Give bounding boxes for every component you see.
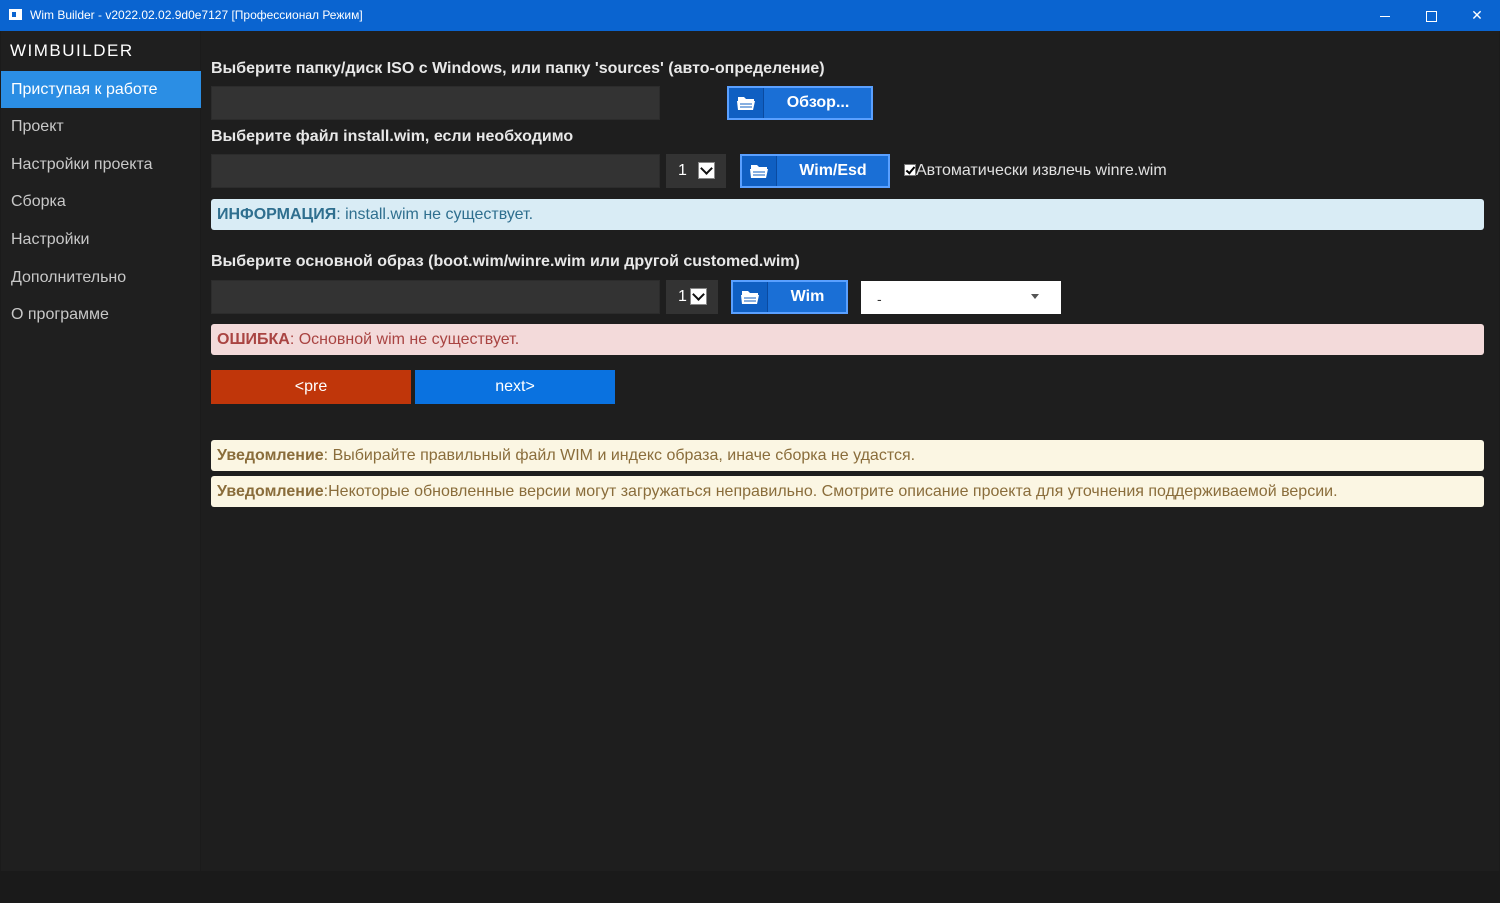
auto-extract-checkbox[interactable]: [904, 164, 916, 176]
close-button[interactable]: ✕: [1454, 0, 1500, 31]
title-bar: Wim Builder - v2022.02.02.9d0e7127 [Проф…: [0, 0, 1500, 31]
sidebar-item-settings[interactable]: Настройки: [1, 221, 201, 258]
bottom-strip: [0, 871, 1500, 903]
next-button[interactable]: next>: [415, 370, 615, 404]
folder-icon: [741, 291, 759, 304]
notice-alert: Уведомление:Некоторые обновленные версии…: [211, 476, 1484, 507]
source-path-input[interactable]: [211, 86, 660, 120]
folder-icon: [750, 165, 768, 178]
caret-down-icon: [1031, 294, 1039, 299]
notice-prefix: Уведомление: [217, 483, 324, 500]
base-image-combo-value: -: [877, 291, 882, 307]
chevron-down-icon: [698, 162, 715, 179]
folder-icon: [737, 97, 755, 110]
minimize-button[interactable]: [1362, 0, 1408, 31]
error-alert-text: : Основной wim не существует.: [289, 331, 520, 348]
base-image-index-value: 1: [678, 288, 687, 305]
window-title: Wim Builder - v2022.02.02.9d0e7127 [Проф…: [30, 8, 363, 22]
install-wim-path-input[interactable]: [211, 154, 660, 188]
base-image-label: Выберите основной образ (boot.wim/winre.…: [211, 253, 800, 270]
install-wim-label: Выберите файл install.wim, если необходи…: [211, 128, 574, 145]
base-image-index-select[interactable]: 1: [666, 280, 718, 314]
pre-button[interactable]: <pre: [211, 370, 411, 404]
browse-base-image-label: Wim: [790, 288, 825, 305]
notice-prefix: Уведомление: [217, 447, 324, 464]
minimize-icon: [1380, 15, 1390, 17]
close-icon: ✕: [1471, 7, 1483, 23]
chevron-down-icon: [690, 288, 707, 305]
install-wim-index-select[interactable]: 1: [666, 154, 726, 188]
sidebar-item-getting-started[interactable]: Приступая к работе: [1, 71, 201, 108]
source-folder-label: Выберите папку/диск ISO с Windows, или п…: [211, 60, 825, 77]
base-image-path-input[interactable]: [211, 280, 660, 314]
browse-source-button[interactable]: Обзор...: [727, 86, 873, 120]
maximize-icon: [1425, 10, 1437, 22]
install-wim-index-value: 1: [678, 162, 687, 179]
info-alert-text: : install.wim не существует.: [336, 206, 534, 223]
browse-install-wim-button[interactable]: Wim/Esd: [740, 154, 890, 188]
sidebar-item-project-settings[interactable]: Настройки проекта: [1, 146, 201, 183]
browse-base-image-button[interactable]: Wim: [731, 280, 848, 314]
browse-install-wim-label: Wim/Esd: [799, 162, 867, 179]
error-alert: ОШИБКА: Основной wim не существует.: [211, 324, 1484, 355]
auto-extract-option[interactable]: Автоматически извлечь winre.wim: [904, 162, 1167, 180]
info-alert: ИНФОРМАЦИЯ: install.wim не существует.: [211, 199, 1484, 230]
notice-text: : Выбирайте правильный файл WIM и индекс…: [323, 447, 916, 464]
brand-title: WIMBUILDER: [10, 41, 134, 60]
browse-source-label: Обзор...: [786, 94, 850, 111]
sidebar-item-build[interactable]: Сборка: [1, 183, 201, 220]
auto-extract-label: Автоматически извлечь winre.wim: [916, 162, 1167, 179]
error-alert-prefix: ОШИБКА: [217, 331, 290, 348]
notice-alert: Уведомление: Выбирайте правильный файл W…: [211, 440, 1484, 471]
notice-text: :Некоторые обновленные версии могут загр…: [323, 483, 1338, 500]
base-image-combo[interactable]: -: [861, 281, 1061, 314]
sidebar-item-project[interactable]: Проект: [1, 108, 201, 145]
sidebar-item-about[interactable]: О программе: [1, 296, 201, 333]
info-alert-prefix: ИНФОРМАЦИЯ: [217, 206, 337, 223]
sidebar-item-advanced[interactable]: Дополнительно: [1, 259, 201, 296]
maximize-button[interactable]: [1408, 0, 1454, 31]
app-icon: [9, 9, 22, 20]
